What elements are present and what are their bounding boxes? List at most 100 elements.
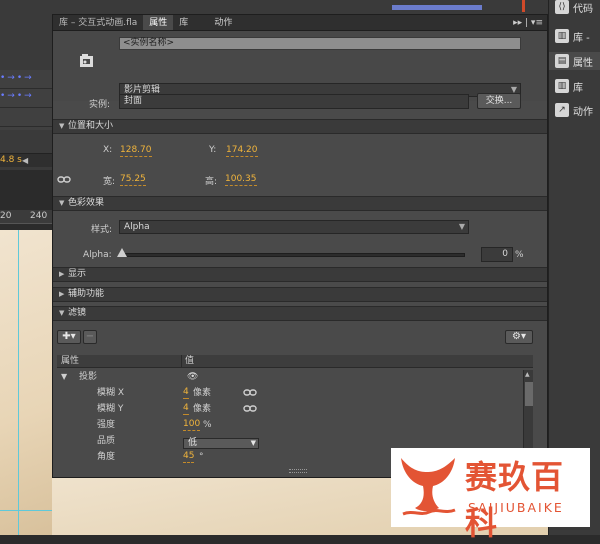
playhead[interactable]	[522, 0, 525, 12]
filter-prop-unit: 像素	[193, 388, 212, 398]
filter-prop-value[interactable]: 4	[183, 403, 189, 415]
filter-prop-value[interactable]: 100	[183, 419, 201, 431]
collapse-triangle-icon: ▼	[61, 372, 68, 381]
filter-prop-name: 强度	[97, 420, 116, 430]
x-value[interactable]: 128.70	[120, 145, 152, 157]
section-filters[interactable]: ▼ 滤镜	[53, 306, 547, 321]
filter-prop-name: 角度	[97, 452, 116, 462]
filter-name: 投影	[79, 372, 98, 382]
color-style-value: Alpha	[124, 222, 150, 232]
y-label: Y:	[209, 145, 217, 155]
instance-of-field[interactable]: 封面	[119, 94, 469, 109]
filter-prop-name: 品质	[97, 436, 116, 446]
panel-tabbar: 库 – 交互式动画.fla 属性 库 动作 ▸▸ | ▾≡	[53, 15, 547, 31]
y-value[interactable]: 174.20	[226, 145, 258, 157]
add-filter-button[interactable]: ✚▾	[57, 330, 81, 344]
section-title: 辅助功能	[68, 289, 105, 299]
swap-button[interactable]: 交换...	[477, 93, 521, 109]
visibility-eye-icon[interactable]: 👁	[187, 369, 198, 385]
timeline-keyframes: •→•→	[0, 73, 34, 83]
filter-prop-unit: °	[199, 452, 204, 462]
dock-item-label: 库	[573, 82, 583, 94]
column-divider	[181, 355, 182, 368]
panel-menu-icon[interactable]: ▸▸ | ▾≡	[513, 15, 543, 31]
section-accessibility[interactable]: ▶ 辅助功能	[53, 287, 547, 302]
panel-resize-grip[interactable]	[289, 469, 307, 473]
filter-row-blur-y: 模糊 Y 4 像素	[57, 401, 525, 417]
dock-item-library-instance[interactable]: ▥ 库 -	[555, 27, 590, 45]
movieclip-symbol-icon	[80, 54, 93, 67]
library-icon: ▥	[555, 29, 569, 43]
link-blur-icon[interactable]	[243, 388, 257, 398]
filter-prop-name: 模糊 X	[97, 388, 125, 398]
watermark-subtitle: SAIJIUBAIKE	[468, 500, 564, 515]
stage-canvas[interactable]	[0, 230, 52, 535]
alpha-slider-track[interactable]	[119, 253, 465, 257]
link-constrain-icon[interactable]	[57, 175, 71, 185]
alpha-unit: %	[515, 250, 524, 260]
col-header-value: 值	[185, 356, 195, 366]
dock-item-code[interactable]: ⟨⟩ 代码	[555, 0, 593, 16]
filter-prop-name: 模糊 Y	[97, 404, 124, 414]
dock-item-properties[interactable]: ▤ 属性	[549, 52, 600, 70]
tab-properties[interactable]: 属性	[143, 15, 174, 30]
guide-line	[18, 230, 19, 535]
library-icon: ▥	[555, 79, 569, 93]
properties-panel: 库 – 交互式动画.fla 属性 库 动作 ▸▸ | ▾≡ <实例名称> 影片剪…	[52, 14, 548, 478]
width-value[interactable]: 75.25	[120, 174, 146, 186]
dock-item-library[interactable]: ▥ 库	[555, 77, 583, 95]
expand-triangle-icon: ▶	[59, 270, 65, 278]
section-position-size[interactable]: ▼ 位置和大小	[53, 119, 547, 134]
tab-actions[interactable]: 动作	[208, 15, 238, 30]
tab-library-doc[interactable]: 库 – 交互式动画.fla	[53, 15, 143, 30]
horizontal-ruler: 20 240	[0, 210, 52, 224]
remove-filter-button[interactable]: −	[83, 330, 97, 344]
timeline-scrub-bar[interactable]	[392, 5, 482, 10]
chevron-down-icon: ▼	[250, 439, 256, 447]
alpha-slider-thumb[interactable]	[117, 248, 127, 257]
section-title: 显示	[68, 269, 87, 279]
filter-row-quality: 品质	[57, 433, 525, 449]
collapse-triangle-icon: ▼	[59, 122, 65, 130]
scroll-up-icon[interactable]: ▲	[525, 371, 530, 378]
dock-item-label: 动作	[573, 106, 593, 118]
stage-area: 20 240	[0, 170, 52, 535]
filter-prop-value[interactable]: 4	[183, 387, 189, 399]
collapse-triangle-icon: ▼	[59, 199, 65, 207]
alpha-input[interactable]: 0	[481, 247, 513, 262]
ruler-tick: 20	[0, 211, 12, 221]
filter-prop-value[interactable]: 45	[183, 451, 195, 463]
quality-value: 低	[188, 438, 198, 448]
link-blur-icon[interactable]	[243, 404, 257, 414]
color-style-select[interactable]: Alpha ▼	[119, 220, 469, 234]
filter-prop-unit: 像素	[193, 404, 212, 414]
chevron-down-icon: ▼	[458, 222, 465, 231]
style-label: 样式:	[91, 225, 113, 235]
dock-item-actions[interactable]: ↗ 动作	[555, 101, 593, 119]
filter-options-gear-icon[interactable]: ⚙▾	[505, 330, 533, 344]
height-value[interactable]: 100.35	[225, 174, 257, 186]
dock-item-label: 代码	[573, 3, 593, 15]
section-title: 位置和大小	[68, 121, 114, 131]
section-title: 色彩效果	[68, 198, 105, 208]
instance-name-input[interactable]: <实例名称>	[119, 37, 521, 50]
alpha-label: Alpha:	[83, 250, 112, 260]
section-display[interactable]: ▶ 显示	[53, 267, 547, 282]
section-color-effect[interactable]: ▼ 色彩效果	[53, 196, 547, 211]
code-icon: ⟨⟩	[555, 0, 569, 14]
col-header-property: 属性	[61, 356, 80, 366]
filter-table-header: 属性 值	[57, 355, 533, 368]
filter-prop-unit: %	[203, 420, 212, 430]
section-title: 滤镜	[68, 308, 87, 318]
scroll-left-icon[interactable]: ◀	[22, 156, 28, 165]
watermark-title: 赛玖百科	[465, 458, 565, 542]
tab-library[interactable]: 库	[173, 15, 194, 30]
timeline-status: 4.8 s ◀	[0, 153, 52, 167]
quality-select[interactable]: 低 ▼	[183, 438, 259, 449]
actions-icon: ↗	[555, 103, 569, 117]
scrollbar-thumb[interactable]	[525, 382, 533, 406]
dock-item-label: 库 -	[573, 32, 590, 44]
collapse-triangle-icon: ▼	[59, 309, 65, 317]
guide-line	[0, 510, 52, 511]
filter-row-dropshadow[interactable]: ▼ 投影 👁	[57, 369, 525, 385]
